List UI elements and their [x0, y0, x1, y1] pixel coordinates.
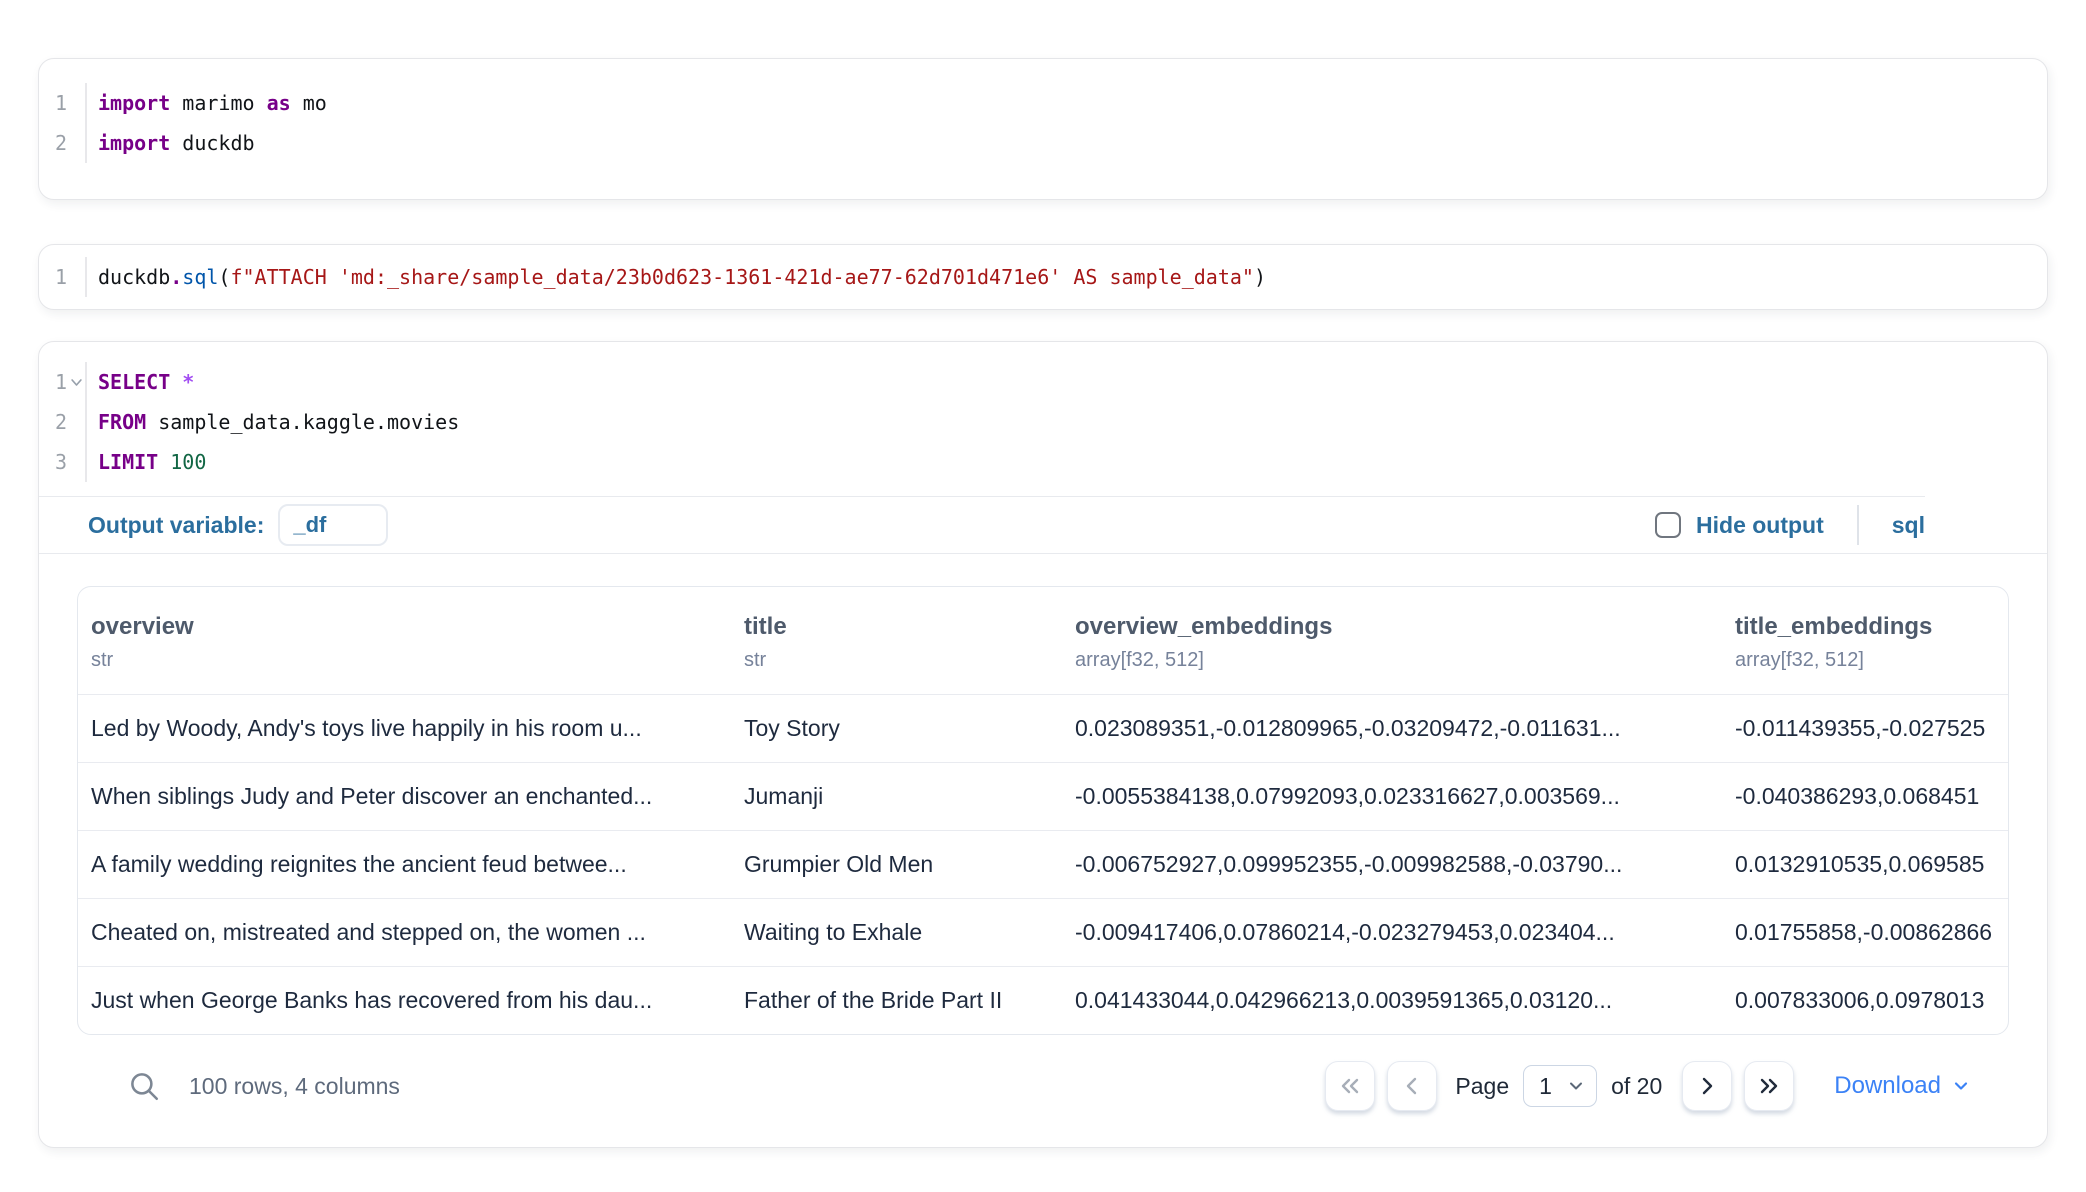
line-number: 2: [39, 123, 85, 163]
page-select[interactable]: 1: [1523, 1065, 1597, 1107]
column-name: title_embeddings: [1735, 613, 2009, 641]
table-cell: Grumpier Old Men: [731, 851, 1062, 878]
table-cell: -0.011439355,-0.027525: [1722, 715, 2009, 742]
line-number-gutter: 1: [39, 257, 85, 297]
cell-output: overview str title str overview_embeddingsar…: [39, 554, 2047, 1147]
hide-output-checkbox[interactable]: [1655, 512, 1681, 538]
download-label: Download: [1834, 1072, 1941, 1100]
column-type: array[f32, 512]: [1075, 649, 1706, 672]
table-cell: 0.007833006,0.0978013: [1722, 987, 2009, 1014]
table-cell: 0.0132910535,0.069585: [1722, 851, 2009, 878]
output-variable-label: Output variable:: [88, 512, 264, 539]
line-number-gutter: 123: [39, 362, 85, 482]
search-icon[interactable]: [127, 1069, 161, 1103]
table-cell: -0.009417406,0.07860214,-0.023279453,0.0…: [1062, 919, 1722, 946]
table-cell: 0.023089351,-0.012809965,-0.03209472,-0.…: [1062, 715, 1722, 742]
output-variable-input[interactable]: _df: [278, 504, 388, 546]
column-name: overview: [91, 613, 715, 641]
table-cell: Waiting to Exhale: [731, 919, 1062, 946]
code-lines: SELECT *FROM sample_data.kaggle.moviesLI…: [85, 362, 2047, 482]
code-lines: import marimo as moimport duckdb: [85, 83, 2047, 163]
table-header: overview str title str overview_embeddingsar…: [78, 587, 2008, 694]
chevron-down-icon: [1566, 1076, 1586, 1096]
notebook: 12import marimo as moimport duckdb 1duck…: [0, 0, 2086, 1148]
sql-cell-toolbar: Output variable: _df Hide output sql: [39, 497, 2047, 553]
page-select-value: 1: [1539, 1073, 1552, 1100]
page-label: Page: [1455, 1073, 1509, 1100]
table-body: Led by Woody, Andy's toys live happily i…: [78, 694, 2008, 1034]
fold-chevron-icon[interactable]: [69, 375, 84, 390]
table-row[interactable]: Cheated on, mistreated and stepped on, t…: [78, 898, 2009, 966]
code-editor-sql[interactable]: 123SELECT *FROM sample_data.kaggle.movie…: [39, 342, 2047, 496]
prev-page-button[interactable]: [1387, 1061, 1437, 1111]
code-line: duckdb.sql(f"ATTACH 'md:_share/sample_da…: [98, 257, 2047, 297]
code-cell-attach: 1 duckdb.sql(f"ATTACH 'md:_share/sample_d…: [38, 244, 2048, 310]
code-line: import duckdb: [98, 123, 2047, 163]
table-cell: Led by Woody, Andy's toys live happily i…: [78, 715, 731, 742]
column-type: str: [744, 649, 1046, 672]
code-line: SELECT *: [98, 362, 2047, 402]
column-type: str: [91, 649, 715, 672]
column-header[interactable]: title_embeddings array[f32, 512]: [1722, 587, 2009, 694]
table-header-row: overview str title str overview_embeddingsar…: [78, 587, 2009, 694]
code-line: import marimo as mo: [98, 83, 2047, 123]
dataframe-table: overview str title str overview_embeddingsar…: [77, 586, 2009, 1035]
next-page-button[interactable]: [1682, 1061, 1732, 1111]
toolbar-divider: [1857, 505, 1859, 545]
line-number: 1: [39, 362, 85, 402]
table-cell: When siblings Judy and Peter discover an…: [78, 783, 731, 810]
sql-cell: 123SELECT *FROM sample_data.kaggle.movie…: [38, 341, 2048, 1148]
column-header[interactable]: overview_embeddings array[f32, 512]: [1062, 587, 1722, 694]
table-cell: A family wedding reignites the ancient f…: [78, 851, 731, 878]
line-number: 1: [39, 83, 85, 123]
chevron-down-icon: [1951, 1076, 1971, 1096]
double-chevron-left-icon: [1338, 1074, 1362, 1098]
column-type: array[f32, 512]: [1735, 649, 2009, 672]
line-number: 3: [39, 442, 85, 482]
column-header[interactable]: title str: [731, 587, 1062, 694]
line-number-gutter: 12: [39, 83, 85, 163]
code-line: LIMIT 100: [98, 442, 2047, 482]
line-number: 2: [39, 402, 85, 442]
table-cell: Cheated on, mistreated and stepped on, t…: [78, 919, 731, 946]
download-button[interactable]: Download: [1834, 1072, 1971, 1100]
row-count-summary: 100 rows, 4 columns: [189, 1073, 400, 1100]
column-name: overview_embeddings: [1075, 613, 1706, 641]
table-row[interactable]: Led by Woody, Andy's toys live happily i…: [78, 694, 2009, 762]
column-header[interactable]: overview str: [78, 587, 731, 694]
table-cell: Father of the Bride Part II: [731, 987, 1062, 1014]
double-chevron-right-icon: [1757, 1074, 1781, 1098]
code-editor-attach[interactable]: 1 duckdb.sql(f"ATTACH 'md:_share/sample_d…: [39, 245, 2047, 309]
table-cell: Just when George Banks has recovered fro…: [78, 987, 731, 1014]
last-page-button[interactable]: [1744, 1061, 1794, 1111]
hide-output-label[interactable]: Hide output: [1696, 512, 1824, 539]
table-cell: -0.006752927,0.099952355,-0.009982588,-0…: [1062, 851, 1722, 878]
code-line: FROM sample_data.kaggle.movies: [98, 402, 2047, 442]
language-toggle-sql[interactable]: sql: [1892, 512, 1925, 539]
code-cell-imports: 12import marimo as moimport duckdb: [38, 58, 2048, 200]
table-cell: -0.0055384138,0.07992093,0.023316627,0.0…: [1062, 783, 1722, 810]
table-cell: 0.01755858,-0.00862866: [1722, 919, 2009, 946]
table-cell: 0.041433044,0.042966213,0.0039591365,0.0…: [1062, 987, 1722, 1014]
table-cell: Jumanji: [731, 783, 1062, 810]
first-page-button[interactable]: [1325, 1061, 1375, 1111]
code-lines: duckdb.sql(f"ATTACH 'md:_share/sample_da…: [85, 257, 2047, 297]
table-row[interactable]: When siblings Judy and Peter discover an…: [78, 762, 2009, 830]
table-cell: Toy Story: [731, 715, 1062, 742]
code-editor-imports[interactable]: 12import marimo as moimport duckdb: [39, 59, 2047, 199]
column-name: title: [744, 613, 1046, 641]
chevron-left-icon: [1400, 1074, 1424, 1098]
table-cell: -0.040386293,0.068451: [1722, 783, 2009, 810]
table-row[interactable]: Just when George Banks has recovered fro…: [78, 966, 2009, 1034]
chevron-right-icon: [1695, 1074, 1719, 1098]
table-footer: 100 rows, 4 columns: [77, 1035, 2009, 1147]
table-row[interactable]: A family wedding reignites the ancient f…: [78, 830, 2009, 898]
line-number: 1: [39, 257, 85, 297]
page-total-label: of 20: [1611, 1073, 1662, 1100]
